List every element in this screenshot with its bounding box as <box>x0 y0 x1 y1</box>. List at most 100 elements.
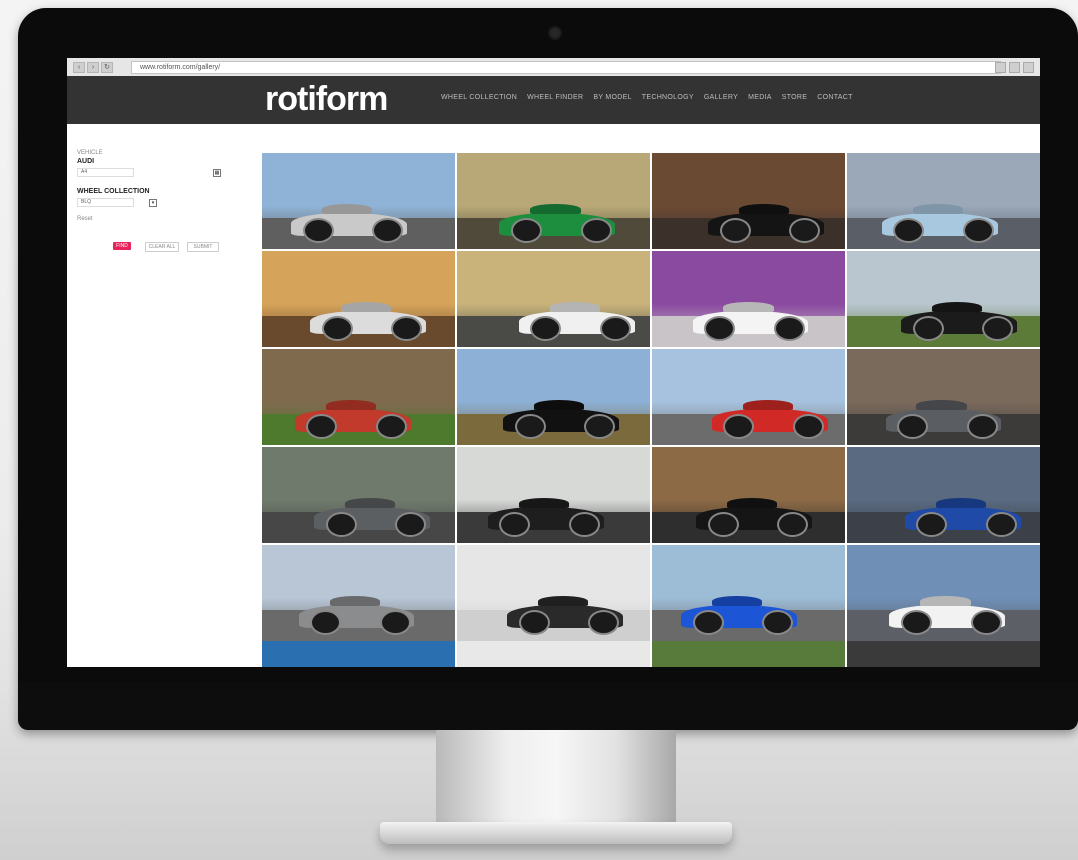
gallery-photo-black-sedan-dusk[interactable] <box>652 447 845 543</box>
gallery-photo-partial[interactable] <box>262 641 455 667</box>
car-roof <box>344 497 396 509</box>
nav-item[interactable]: STORE <box>782 94 808 101</box>
car-roof <box>738 203 790 215</box>
wheel-icon <box>970 610 1002 636</box>
wheel-icon <box>568 512 600 538</box>
wheel-icon <box>692 610 724 636</box>
gallery-photo-white-audi-r8[interactable] <box>652 251 845 347</box>
gallery-photo-partial[interactable] <box>652 641 845 667</box>
wheel-icon <box>321 316 353 342</box>
gallery-photo-blue-audi-rs[interactable] <box>847 447 1040 543</box>
car-roof <box>935 497 986 509</box>
wheel-icon <box>518 610 550 636</box>
forward-button[interactable]: › <box>87 62 99 73</box>
dropdown-icon[interactable]: ▾ <box>149 199 157 207</box>
wheel-icon <box>302 218 334 244</box>
gallery-photo-black-audi-lot[interactable] <box>457 447 650 543</box>
vehicle-value: AUDI <box>77 158 95 165</box>
calendar-icon[interactable]: ▦ <box>213 169 221 177</box>
reset-link[interactable]: Reset <box>77 216 93 222</box>
extension-icon[interactable] <box>1009 62 1020 73</box>
gallery-photo-grey-vw-garage[interactable] <box>847 349 1040 445</box>
site-logo[interactable]: rotiform <box>265 80 388 119</box>
vehicle-label: VEHICLE <box>77 150 103 156</box>
gallery-photo-partial[interactable] <box>457 641 650 667</box>
clear-all-button[interactable]: CLEAR ALL <box>145 242 179 252</box>
car-roof <box>742 399 793 411</box>
car-roof <box>723 301 774 313</box>
gallery-photo-red-porsche-911[interactable] <box>652 349 845 445</box>
wheel-icon <box>325 512 357 538</box>
main-nav: WHEEL COLLECTION WHEEL FINDER BY MODEL T… <box>441 94 853 101</box>
monitor-foot <box>380 822 732 844</box>
browser-toolbar: ‹ › ↻ www.rotiform.com/gallery/ <box>67 58 1040 77</box>
gallery-photo-black-audi-a3[interactable] <box>457 545 650 641</box>
gallery-photo-blue-porsche-cayman[interactable] <box>652 545 845 641</box>
gallery-photo-black-bmw-field[interactable] <box>847 251 1040 347</box>
wheel-icon <box>966 414 998 440</box>
gallery-photo-green-porsche[interactable] <box>457 153 650 249</box>
car-roof <box>329 595 380 607</box>
car-roof <box>931 301 983 313</box>
gallery-next-row <box>262 641 1040 667</box>
wheel-icon <box>599 316 631 342</box>
car-roof <box>727 497 778 509</box>
wheel-icon <box>912 316 944 342</box>
address-bar[interactable]: www.rotiform.com/gallery/ <box>131 61 1001 74</box>
gallery-photo-white-vw-golf[interactable] <box>847 545 1040 641</box>
gallery-photo-red-porsche-classic[interactable] <box>262 349 455 445</box>
monitor-chin <box>18 682 1078 730</box>
webcam <box>548 26 562 40</box>
car-roof <box>538 595 589 607</box>
menu-icon[interactable] <box>1023 62 1034 73</box>
wheel-icon <box>792 414 824 440</box>
gallery-photo-white-vw-gti[interactable] <box>457 251 650 347</box>
monitor-stand <box>436 730 676 826</box>
reload-button[interactable]: ↻ <box>101 62 113 73</box>
gallery-photo-grey-audi-hatch[interactable] <box>262 545 455 641</box>
wheel-icon <box>375 414 407 440</box>
car-roof <box>534 399 585 411</box>
wheel-icon <box>514 414 546 440</box>
car-roof <box>916 399 967 411</box>
gallery-photo-blue-toyota-86[interactable] <box>847 153 1040 249</box>
site-header: rotiform WHEEL COLLECTION WHEEL FINDER B… <box>67 76 1040 124</box>
nav-item[interactable]: WHEEL FINDER <box>527 94 583 101</box>
car-roof <box>549 301 600 313</box>
car-roof <box>321 203 372 215</box>
car-roof <box>530 203 581 215</box>
car-roof <box>325 399 376 411</box>
vehicle-select[interactable]: A4 <box>77 168 134 177</box>
nav-item[interactable]: BY MODEL <box>593 94 631 101</box>
nav-item[interactable]: CONTACT <box>817 94 852 101</box>
nav-item[interactable]: TECHNOLOGY <box>642 94 694 101</box>
gallery-photo-white-audi-sunset[interactable] <box>262 251 455 347</box>
find-button[interactable]: FIND <box>113 242 131 250</box>
gallery-photo-black-porsche-red-wheels[interactable] <box>457 349 650 445</box>
gallery-photo-silver-lamborghini[interactable] <box>262 153 455 249</box>
car-roof <box>518 497 569 509</box>
car-roof <box>920 595 971 607</box>
wheel-icon <box>719 218 751 244</box>
wheel-icon <box>985 512 1017 538</box>
back-button[interactable]: ‹ <box>73 62 85 73</box>
car-roof <box>341 301 392 313</box>
extension-icon[interactable] <box>995 62 1006 73</box>
gallery-photo-black-audi-tt[interactable] <box>652 153 845 249</box>
gallery-photo-partial[interactable] <box>847 641 1040 667</box>
screen: ‹ › ↻ www.rotiform.com/gallery/ rotiform… <box>67 58 1040 667</box>
nav-item[interactable]: WHEEL COLLECTION <box>441 94 517 101</box>
gallery-photo-grey-subaru[interactable] <box>262 447 455 543</box>
wheel-icon <box>379 610 411 636</box>
wheel-collection-select[interactable]: BLQ <box>77 198 134 207</box>
nav-item[interactable]: GALLERY <box>704 94 738 101</box>
car-roof <box>912 203 963 215</box>
wheel-icon <box>773 316 805 342</box>
nav-item[interactable]: MEDIA <box>748 94 772 101</box>
car-roof <box>711 595 762 607</box>
browser-extension-icons <box>995 62 1034 73</box>
wheel-icon <box>962 218 994 244</box>
wheel-icon <box>580 218 612 244</box>
gallery-grid <box>262 153 1040 641</box>
submit-button[interactable]: SUBMIT <box>187 242 219 252</box>
